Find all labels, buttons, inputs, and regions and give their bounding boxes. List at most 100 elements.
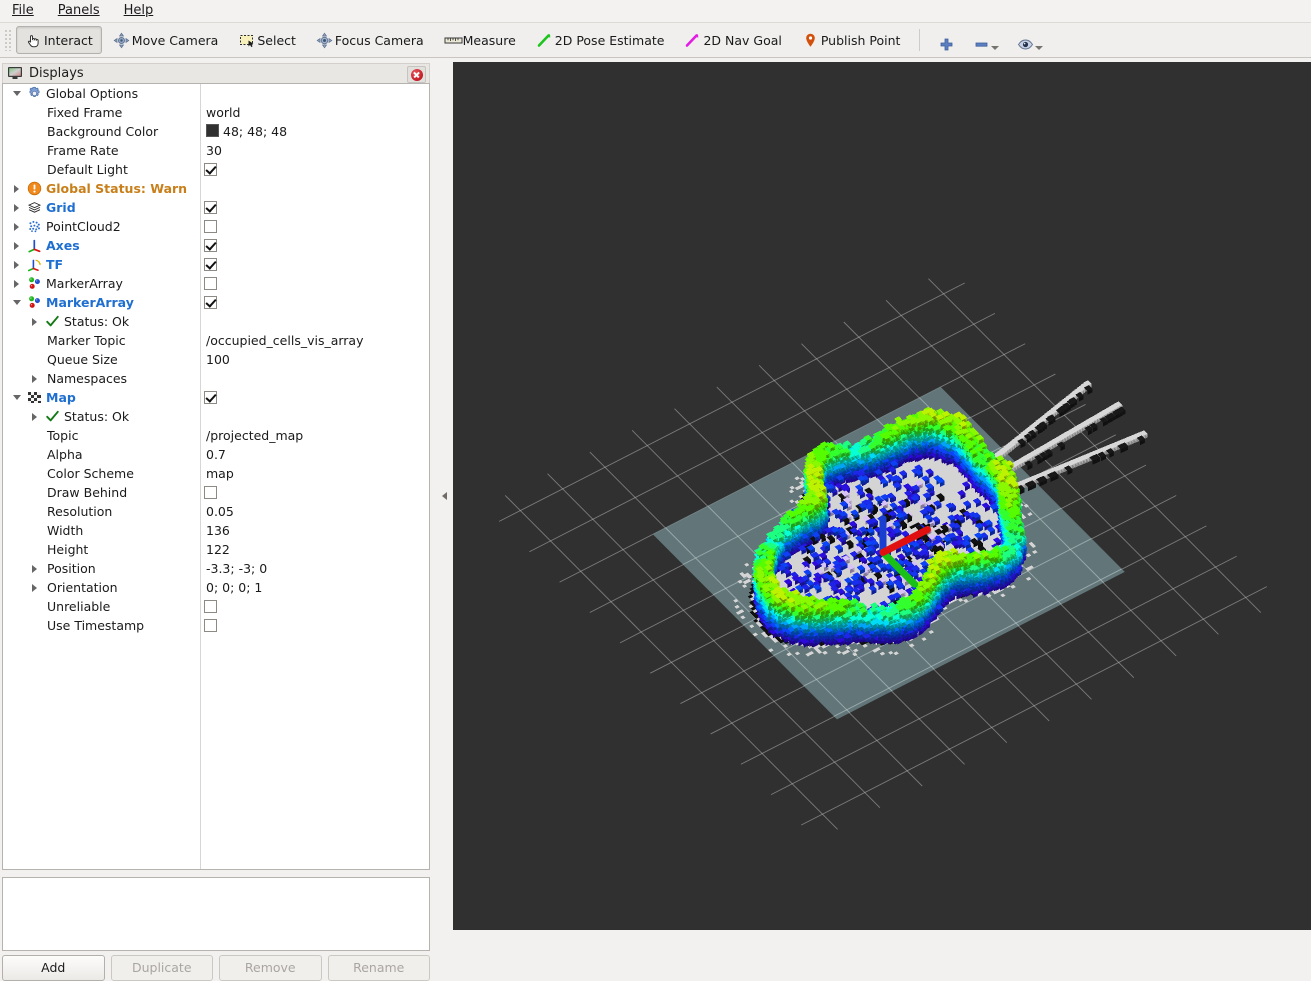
tree-label-map-color-scheme: Color Scheme: [47, 464, 134, 483]
checkbox-map-unreliable[interactable]: [204, 600, 217, 613]
tree-row-map-alpha[interactable]: Alpha0.7: [3, 445, 429, 464]
tree-value-map-topic[interactable]: /projected_map: [206, 426, 303, 445]
expander-tf[interactable]: [11, 255, 22, 274]
tool-select[interactable]: Select: [229, 26, 305, 54]
tool-move-camera[interactable]: Move Camera: [104, 26, 228, 54]
expander-global-status[interactable]: [11, 179, 22, 198]
remove-tool-button[interactable]: [966, 26, 1006, 54]
checkbox-markerarray-1[interactable]: [204, 277, 217, 290]
checkbox-default-light[interactable]: [204, 163, 217, 176]
checkbox-map-use-timestamp[interactable]: [204, 619, 217, 632]
tree-row-default-light[interactable]: Default Light: [3, 160, 429, 179]
remove-tool-dropdown-icon[interactable]: [991, 46, 999, 50]
tree-row-map-unreliable[interactable]: Unreliable: [3, 597, 429, 616]
tree-row-map-color-scheme[interactable]: Color Scheme map: [3, 464, 429, 483]
tree-row-marker-topic[interactable]: Marker Topic/occupied_cells_vis_array: [3, 331, 429, 350]
expander-global-options[interactable]: [11, 84, 22, 103]
menu-panels[interactable]: Panels: [48, 1, 110, 21]
tree-row-tf[interactable]: TF: [3, 255, 429, 274]
tree-row-map[interactable]: Map: [3, 388, 429, 407]
color-swatch-background-color[interactable]: [206, 124, 219, 137]
display-help-box: [2, 877, 430, 951]
expander-pointcloud2[interactable]: [11, 217, 22, 236]
tree-row-markerarray-status[interactable]: Status: Ok: [3, 312, 429, 331]
tree-row-markerarray-1[interactable]: MarkerArray: [3, 274, 429, 293]
checkbox-map-draw-behind[interactable]: [204, 486, 217, 499]
tree-row-map-topic[interactable]: Topic/projected_map: [3, 426, 429, 445]
checkbox-pointcloud2[interactable]: [204, 220, 217, 233]
tree-value-map-height[interactable]: 122: [206, 540, 230, 559]
tree-value-frame-rate[interactable]: 30: [206, 141, 222, 160]
tree-value-queue-size[interactable]: 100: [206, 350, 230, 369]
tree-row-global-status[interactable]: Global Status: Warn: [3, 179, 429, 198]
checkbox-tf[interactable]: [204, 258, 217, 271]
tool-focus-camera[interactable]: Focus Camera: [307, 26, 433, 54]
tree-row-map-use-timestamp[interactable]: Use Timestamp: [3, 616, 429, 635]
check-icon: [45, 409, 60, 424]
tree-value-fixed-frame[interactable]: world: [206, 103, 240, 122]
tool-2d-nav-goal[interactable]: 2D Nav Goal: [675, 26, 790, 54]
tree-row-namespaces[interactable]: Namespaces: [3, 369, 429, 388]
tree-value-background-color[interactable]: 48; 48; 48: [206, 122, 287, 141]
tool-visibility-button[interactable]: [1010, 26, 1050, 54]
expander-map-orientation[interactable]: [29, 578, 40, 597]
panel-collapse-handle[interactable]: [440, 485, 449, 507]
remove-button[interactable]: Remove: [219, 955, 322, 981]
tool-visibility-dropdown-icon[interactable]: [1035, 46, 1043, 50]
tool-measure[interactable]: Measure: [435, 26, 525, 54]
tree-row-map-height[interactable]: Height122: [3, 540, 429, 559]
tree-row-map-status[interactable]: Status: Ok: [3, 407, 429, 426]
tree-row-queue-size[interactable]: Queue Size100: [3, 350, 429, 369]
checkbox-axes[interactable]: [204, 239, 217, 252]
displays-panel-close-button[interactable]: [407, 66, 426, 83]
toolbar-drag-handle[interactable]: [4, 29, 12, 51]
tree-row-pointcloud2[interactable]: PointCloud2: [3, 217, 429, 236]
tree-row-grid[interactable]: Grid: [3, 198, 429, 217]
tree-row-map-position[interactable]: Position-3.3; -3; 0: [3, 559, 429, 578]
tool-interact[interactable]: Interact: [16, 26, 102, 54]
expander-map[interactable]: [11, 388, 22, 407]
tree-row-markerarray-2[interactable]: MarkerArray: [3, 293, 429, 312]
tree-row-axes[interactable]: Axes: [3, 236, 429, 255]
tree-value-map-alpha[interactable]: 0.7: [206, 445, 226, 464]
chevron-down-icon: [13, 300, 21, 305]
tree-value-map-position[interactable]: -3.3; -3; 0: [206, 559, 267, 578]
checkbox-map[interactable]: [204, 391, 217, 404]
expander-markerarray-status[interactable]: [29, 312, 40, 331]
tree-value-map-resolution[interactable]: 0.05: [206, 502, 234, 521]
checkbox-grid[interactable]: [204, 201, 217, 214]
add-tool-button[interactable]: [931, 26, 962, 54]
tree-row-map-orientation[interactable]: Orientation0; 0; 0; 1: [3, 578, 429, 597]
tree-row-map-draw-behind[interactable]: Draw Behind: [3, 483, 429, 502]
add-button[interactable]: Add: [2, 955, 105, 981]
tree-value-marker-topic[interactable]: /occupied_cells_vis_array: [206, 331, 364, 350]
expander-markerarray-1[interactable]: [11, 274, 22, 293]
tree-value-map-color-scheme[interactable]: map: [206, 464, 234, 483]
expander-map-position[interactable]: [29, 559, 40, 578]
tree-row-map-width[interactable]: Width136: [3, 521, 429, 540]
expander-grid[interactable]: [11, 198, 22, 217]
tree-row-frame-rate[interactable]: Frame Rate30: [3, 141, 429, 160]
checkbox-markerarray-2[interactable]: [204, 296, 217, 309]
expander-axes[interactable]: [11, 236, 22, 255]
tree-row-background-color[interactable]: Background Color48; 48; 48: [3, 122, 429, 141]
tree-value-map-width[interactable]: 136: [206, 521, 230, 540]
chevron-right-icon: [32, 318, 37, 326]
expander-markerarray-2[interactable]: [11, 293, 22, 312]
expander-map-status[interactable]: [29, 407, 40, 426]
tree-label-map-unreliable: Unreliable: [47, 597, 110, 616]
tool-publish-point-label: Publish Point: [821, 33, 901, 48]
tree-row-global-options[interactable]: Global Options: [3, 84, 429, 103]
displays-tree[interactable]: Global OptionsFixed FrameworldBackground…: [2, 83, 430, 870]
tree-value-map-orientation[interactable]: 0; 0; 0; 1: [206, 578, 262, 597]
menu-file[interactable]: File: [2, 1, 44, 21]
tree-row-map-resolution[interactable]: Resolution0.05: [3, 502, 429, 521]
tool-publish-point[interactable]: Publish Point: [793, 26, 910, 54]
duplicate-button[interactable]: Duplicate: [111, 955, 214, 981]
tool-2d-pose-estimate[interactable]: 2D Pose Estimate: [527, 26, 674, 54]
expander-namespaces[interactable]: [29, 369, 40, 388]
render-viewport[interactable]: [453, 62, 1311, 930]
tree-row-fixed-frame[interactable]: Fixed Frameworld: [3, 103, 429, 122]
menu-help[interactable]: Help: [114, 1, 164, 21]
rename-button[interactable]: Rename: [328, 955, 431, 981]
